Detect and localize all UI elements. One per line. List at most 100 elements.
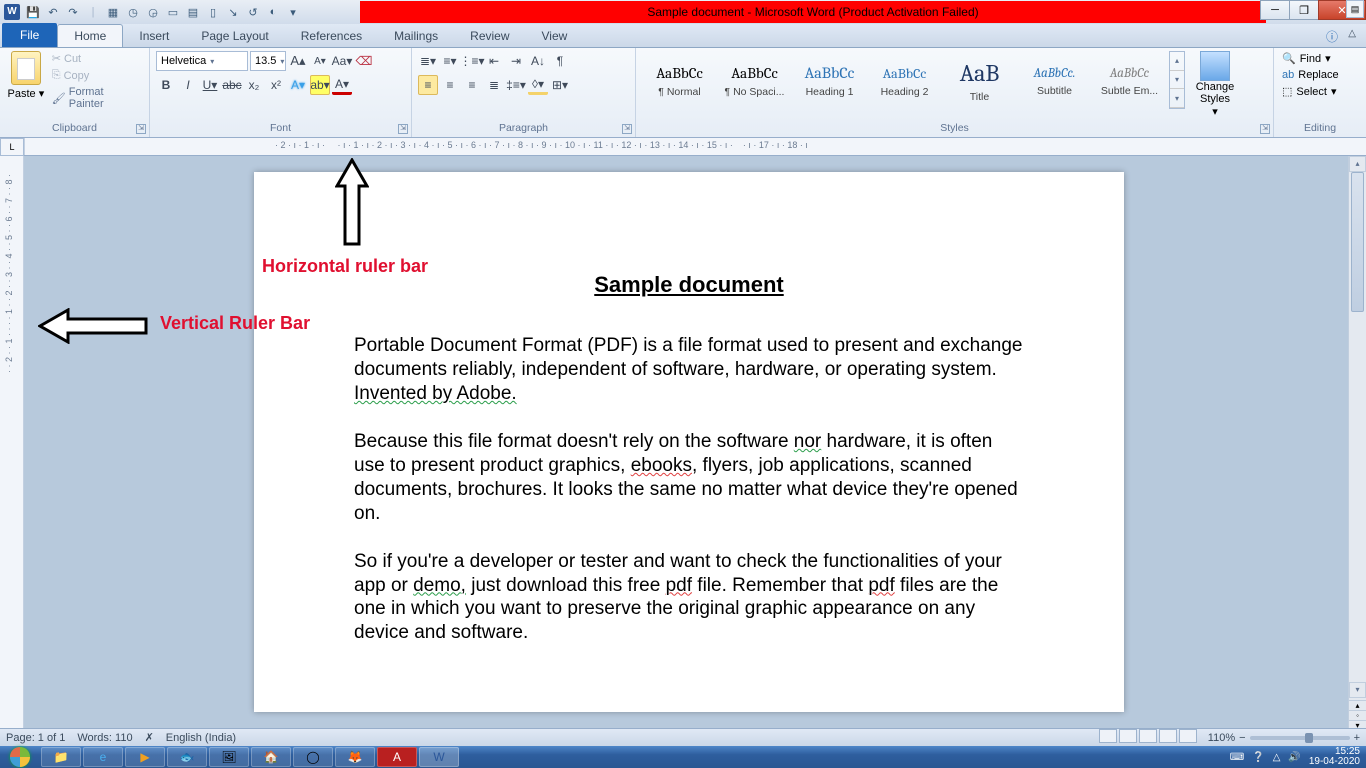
style-title[interactable]: AaBTitle [942,51,1017,111]
align-right-icon[interactable]: ≡ [462,75,482,95]
style-normal[interactable]: AaBbCc¶ Normal [642,51,717,111]
prev-page-icon[interactable]: ▴ [1349,700,1366,710]
tab-mailings[interactable]: Mailings [378,25,454,47]
start-button[interactable] [0,746,40,768]
status-language[interactable]: English (India) [166,732,236,744]
font-color-icon[interactable]: A▾ [332,75,352,95]
replace-button[interactable]: ab Replace [1280,68,1360,82]
ruler-toggle-icon[interactable]: ▤ [1346,0,1364,18]
paragraph-launcher-icon[interactable]: ⇲ [622,124,632,134]
task-media-icon[interactable]: ▶ [125,747,165,767]
text-effects-icon[interactable]: A▾ [288,75,308,95]
show-marks-icon[interactable]: ¶ [550,51,570,71]
view-print-layout-icon[interactable] [1099,729,1117,743]
browse-object-icon[interactable]: ◦ [1349,710,1366,720]
style-subtitle[interactable]: AaBbCc.Subtitle [1017,51,1092,111]
task-word-icon[interactable]: W [419,747,459,767]
minimize-ribbon-icon[interactable]: △ [1348,28,1356,39]
subscript-button[interactable]: x₂ [244,75,264,95]
qat-icon[interactable]: ↘ [224,3,242,21]
scroll-up-icon[interactable]: ▴ [1349,156,1366,172]
status-proofing-icon[interactable]: ✗ [145,731,154,744]
italic-button[interactable]: I [178,75,198,95]
qat-icon[interactable]: ◷ [124,3,142,21]
styles-more-button[interactable]: ▴▾▾ [1169,51,1185,109]
status-words[interactable]: Words: 110 [77,732,132,744]
highlight-icon[interactable]: ab▾ [310,75,330,95]
scroll-thumb[interactable] [1351,172,1364,312]
zoom-out-icon[interactable]: − [1239,732,1245,744]
qat-icon[interactable]: ◶ [144,3,162,21]
vertical-scrollbar[interactable]: ▴ ▾ ▴ ◦ ▾ [1348,156,1366,728]
qat-icon[interactable]: ◐ [264,3,282,21]
style-heading-1[interactable]: AaBbCcHeading 1 [792,51,867,111]
line-spacing-icon[interactable]: ‡≡▾ [506,75,526,95]
tab-references[interactable]: References [285,25,378,47]
tab-view[interactable]: View [526,25,584,47]
styles-launcher-icon[interactable]: ⇲ [1260,124,1270,134]
tray-chevron-icon[interactable]: △ [1273,752,1281,763]
increase-indent-icon[interactable]: ⇥ [506,51,526,71]
view-full-screen-icon[interactable] [1119,729,1137,743]
task-app-icon[interactable]: 🐟 [167,747,207,767]
task-hp-icon[interactable]: 🏠 [251,747,291,767]
save-icon[interactable]: 💾 [24,3,42,21]
vertical-ruler[interactable]: · · 2 · · 1 · · · · 1 · · 2 · · 3 · · 4 … [0,156,24,728]
superscript-button[interactable]: x² [266,75,286,95]
bold-button[interactable]: B [156,75,176,95]
style-subtle-em[interactable]: AaBbCcSubtle Em... [1092,51,1167,111]
zoom-in-icon[interactable]: + [1354,732,1360,744]
font-size-combo[interactable]: 13.5 [250,51,286,71]
task-ie-icon[interactable]: e [83,747,123,767]
qat-icon[interactable]: ▭ [164,3,182,21]
tray-clock[interactable]: 15:25 19-04-2020 [1309,747,1360,767]
tab-page-layout[interactable]: Page Layout [185,25,284,47]
change-case-icon[interactable]: Aa▾ [332,51,352,71]
task-adobe-icon[interactable]: A [377,747,417,767]
tab-review[interactable]: Review [454,25,525,47]
tab-insert[interactable]: Insert [123,25,185,47]
view-web-icon[interactable] [1139,729,1157,743]
status-page[interactable]: Page: 1 of 1 [6,732,65,744]
undo-icon[interactable]: ↶ [44,3,62,21]
scroll-down-icon[interactable]: ▾ [1349,682,1366,698]
clear-format-icon[interactable]: ⌫ [354,51,374,71]
find-button[interactable]: 🔍 Find ▾ [1280,51,1360,66]
grow-font-icon[interactable]: A▴ [288,51,308,71]
view-draft-icon[interactable] [1179,729,1197,743]
align-left-icon[interactable]: ≡ [418,75,438,95]
task-explorer-icon[interactable]: 📁 [41,747,81,767]
qat-icon[interactable]: ▯ [204,3,222,21]
strikethrough-button[interactable]: abc [222,75,242,95]
paste-button[interactable]: Paste ▾ [6,51,46,111]
change-styles-button[interactable]: Change Styles ▾ [1191,51,1239,118]
task-app-icon[interactable]: 🖼 [209,747,249,767]
font-name-combo[interactable]: Helvetica [156,51,248,71]
tray-help-icon[interactable]: ❔ [1252,752,1264,763]
qat-icon[interactable]: ↺ [244,3,262,21]
format-painter-button[interactable]: 🖌 Format Painter [50,85,143,111]
horizontal-ruler[interactable]: · 2 · ı · 1 · ı · · ı · 1 · ı · 2 · ı · … [24,138,1366,155]
tray-volume-icon[interactable]: 🔊 [1288,752,1300,763]
multilevel-icon[interactable]: ⋮≡▾ [462,51,482,71]
redo-icon[interactable]: ↷ [64,3,82,21]
select-button[interactable]: ⬚ Select ▾ [1280,84,1360,99]
minimize-button[interactable]: ─ [1260,0,1290,20]
zoom-level[interactable]: 110% [1208,732,1235,744]
borders-icon[interactable]: ⊞▾ [550,75,570,95]
shading-icon[interactable]: ◊▾ [528,75,548,95]
page-scroll-area[interactable]: Sample document Portable Document Format… [24,156,1348,728]
document-page[interactable]: Sample document Portable Document Format… [254,172,1124,712]
qat-customize-icon[interactable]: ▾ [284,3,302,21]
style-no-spacing[interactable]: AaBbCc¶ No Spaci... [717,51,792,111]
tab-home[interactable]: Home [57,24,123,47]
font-launcher-icon[interactable]: ⇲ [398,124,408,134]
underline-button[interactable]: U▾ [200,75,220,95]
align-center-icon[interactable]: ≡ [440,75,460,95]
clipboard-launcher-icon[interactable]: ⇲ [136,124,146,134]
task-chrome-icon[interactable]: ◯ [293,747,333,767]
cut-button[interactable]: ✂ Cut [50,51,143,66]
file-tab[interactable]: File [2,23,57,47]
view-outline-icon[interactable] [1159,729,1177,743]
help-icon[interactable]: ⓘ [1326,28,1338,45]
